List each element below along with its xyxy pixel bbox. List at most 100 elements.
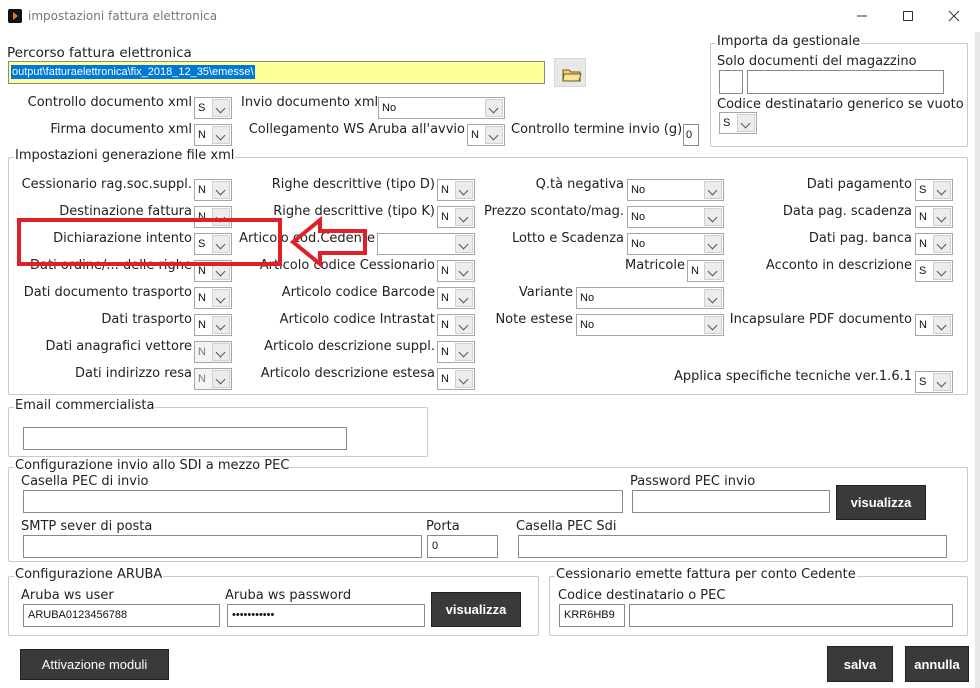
- percorso-input[interactable]: output\fatturaelettronica\fix_2018_12_35…: [8, 61, 545, 84]
- aruba-pwd-label: Aruba ws password: [225, 588, 352, 603]
- col4-value-5: S: [919, 376, 927, 388]
- chevron-down-icon: [455, 181, 473, 199]
- aruba-user-label: Aruba ws user: [21, 588, 114, 603]
- pec-casella-input[interactable]: [23, 490, 623, 513]
- col1-value-0: N: [198, 184, 206, 196]
- chevron-down-icon: [212, 343, 230, 361]
- col1-select-5[interactable]: N: [194, 314, 232, 336]
- col2-select-2[interactable]: [377, 233, 475, 255]
- col2-select-1[interactable]: N: [437, 206, 475, 228]
- window-title: impostazioni fattura elettronica: [28, 9, 218, 23]
- col2-select-5[interactable]: N: [437, 314, 475, 336]
- col3-select-0[interactable]: No: [627, 179, 724, 201]
- col1-label-7: Dati indirizzo resa: [74, 366, 192, 381]
- col2-select-0[interactable]: N: [437, 179, 475, 201]
- codice-generico-label: Codice destinatario generico se vuoto: [717, 97, 964, 112]
- pec-password-label: Password PEC invio: [630, 474, 756, 489]
- col2-select-6[interactable]: N: [437, 341, 475, 363]
- folder-browse-button[interactable]: [554, 58, 586, 87]
- salva-button[interactable]: salva: [827, 646, 893, 682]
- email-input[interactable]: [23, 427, 347, 450]
- col2-select-3[interactable]: N: [437, 260, 475, 282]
- close-icon[interactable]: [944, 8, 964, 24]
- chevron-down-icon: [704, 262, 722, 280]
- col4-select-2[interactable]: N: [915, 233, 953, 255]
- col3-select-4[interactable]: No: [576, 287, 724, 309]
- cess-codice-input[interactable]: KRR6HB9: [559, 604, 625, 627]
- firma-xml-value: N: [198, 129, 206, 141]
- maximize-icon[interactable]: [898, 8, 918, 24]
- col3-value-3: N: [691, 265, 699, 277]
- aruba-pwd-value: •••••••••••: [232, 609, 275, 621]
- col1-label-0: Cessionario rag.soc.suppl.: [21, 177, 192, 192]
- highlight-box: [17, 218, 282, 266]
- aruba-visualizza-button[interactable]: visualizza: [431, 592, 521, 627]
- porta-value: 0: [432, 540, 439, 552]
- aruba-user-value: ARUBA0123456788: [28, 609, 128, 621]
- percorso-label: Percorso fattura elettronica: [7, 45, 192, 61]
- pec-password-input[interactable]: [632, 490, 830, 513]
- col3-select-5[interactable]: No: [576, 314, 724, 336]
- chevron-down-icon: [455, 316, 473, 334]
- firma-xml-select[interactable]: N: [194, 124, 232, 146]
- col4-select-0[interactable]: S: [915, 179, 953, 201]
- chevron-down-icon: [455, 289, 473, 307]
- aruba-user-input[interactable]: ARUBA0123456788: [23, 604, 220, 627]
- chevron-down-icon: [933, 208, 951, 226]
- col4-select-1[interactable]: N: [915, 206, 953, 228]
- folder-icon: [562, 69, 582, 82]
- invio-xml-select[interactable]: No: [378, 97, 505, 119]
- invio-xml-label: Invio documento xml: [241, 95, 379, 110]
- col4-select-3[interactable]: S: [915, 260, 953, 282]
- aruba-pwd-input[interactable]: •••••••••••: [227, 604, 425, 627]
- col2-value-0: N: [441, 184, 449, 196]
- controllo-xml-label: Controllo documento xml: [27, 95, 192, 110]
- cess-title: Cessionario emette fattura per conto Ced…: [555, 567, 857, 583]
- cess-codice-value: KRR6HB9: [564, 609, 615, 621]
- controllo-termine-input[interactable]: 0: [683, 124, 699, 146]
- col3-label-4: Variante: [518, 285, 573, 300]
- controllo-xml-select[interactable]: S: [194, 97, 232, 119]
- attivazione-moduli-button[interactable]: Attivazione moduli: [20, 649, 169, 680]
- collegamento-ws-select[interactable]: N: [467, 124, 505, 146]
- aruba-title: Configurazione ARUBA: [14, 567, 164, 583]
- chevron-down-icon: [933, 316, 951, 334]
- col1-select-0[interactable]: N: [194, 179, 232, 201]
- highlight-arrow-icon: [290, 216, 367, 268]
- col3-select-3[interactable]: N: [687, 260, 724, 282]
- col2-select-4[interactable]: N: [437, 287, 475, 309]
- solo-magazzino-input-a[interactable]: [719, 70, 743, 94]
- sdi-input[interactable]: [518, 535, 947, 558]
- chevron-down-icon: [704, 289, 722, 307]
- sdi-label: Casella PEC Sdi: [516, 519, 617, 534]
- col3-select-1[interactable]: No: [627, 206, 724, 228]
- chevron-down-icon: [212, 181, 230, 199]
- chevron-down-icon: [704, 208, 722, 226]
- codice-generico-select[interactable]: S: [719, 112, 757, 134]
- pec-visualizza-button[interactable]: visualizza: [836, 485, 926, 520]
- chevron-down-icon: [485, 126, 503, 144]
- controllo-termine-value: 0: [686, 129, 693, 141]
- invio-xml-value: No: [382, 102, 397, 114]
- col1-select-6[interactable]: N: [194, 341, 232, 363]
- collegamento-ws-label: Collegamento WS Aruba all'avvio: [248, 122, 465, 137]
- col4-select-5[interactable]: S: [915, 371, 953, 393]
- col4-select-4[interactable]: N: [915, 314, 953, 336]
- col1-select-4[interactable]: N: [194, 287, 232, 309]
- col3-select-2[interactable]: No: [627, 233, 724, 255]
- col1-select-7[interactable]: N: [194, 368, 232, 390]
- solo-magazzino-input-b[interactable]: [747, 70, 944, 94]
- col4-label-5: Applica specifiche tecniche ver.1.6.1: [673, 369, 912, 384]
- email-title: Email commercialista: [14, 398, 156, 414]
- smtp-input[interactable]: [23, 535, 422, 558]
- col2-select-7[interactable]: N: [437, 368, 475, 390]
- col3-value-1: No: [631, 211, 646, 223]
- col2-value-5: N: [441, 319, 449, 331]
- annulla-button[interactable]: annulla: [905, 646, 969, 682]
- cess-pec-input[interactable]: [629, 604, 953, 627]
- chevron-down-icon: [933, 262, 951, 280]
- col4-value-2: N: [919, 238, 927, 250]
- pec-title: Configurazione invio allo SDI a mezzo PE…: [14, 458, 291, 474]
- porta-input[interactable]: 0: [427, 535, 498, 558]
- minimize-icon[interactable]: [852, 8, 872, 24]
